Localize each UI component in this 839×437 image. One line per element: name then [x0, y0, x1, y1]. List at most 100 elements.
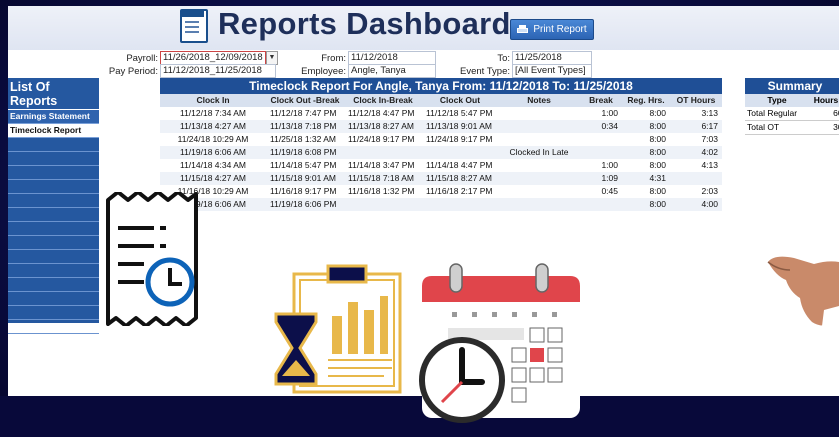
- print-report-label: Print Report: [533, 24, 587, 35]
- sidebar-title: List Of Reports: [8, 78, 99, 110]
- summary-row: Total OT 30.: [745, 121, 839, 135]
- column-header[interactable]: Type: [745, 94, 807, 107]
- table-cell: 11/12/18 7:47 PM: [270, 108, 337, 118]
- from-label: From:: [321, 53, 346, 64]
- table-cell: [498, 198, 580, 211]
- title-area: Reports Dashboard: [178, 4, 511, 44]
- employee-label: Employee:: [301, 66, 346, 77]
- sidebar-item-timeclock-report[interactable]: Timeclock Report: [8, 124, 99, 138]
- payperiod-field[interactable]: 11/12/2018_11/25/2018: [160, 64, 276, 78]
- table-cell: 11/14/18 4:34 AM: [179, 160, 246, 170]
- table-cell: 8:00: [649, 134, 666, 144]
- column-header[interactable]: Hours: [807, 94, 839, 107]
- table-cell: [498, 185, 580, 198]
- from-date-field[interactable]: 11/12/2018: [348, 51, 436, 65]
- column-header[interactable]: Reg. Hrs.: [622, 94, 670, 107]
- table-row[interactable]: 11/24/18 10:29 AM 11/25/18 1:32 AM 11/24/1…: [160, 133, 722, 146]
- timeclock-title: Timeclock Report For Angle, Tanya From: …: [160, 78, 722, 94]
- table-cell: 8:00: [649, 108, 666, 118]
- column-header[interactable]: Notes: [498, 94, 580, 107]
- employee-field[interactable]: Angle, Tanya: [348, 64, 436, 78]
- table-cell: 11/14/18 4:47 PM: [426, 160, 493, 170]
- table-cell: [498, 159, 580, 172]
- column-header[interactable]: Break: [580, 94, 622, 107]
- column-header[interactable]: OT Hours: [670, 94, 722, 107]
- summary-type: Total OT: [747, 122, 780, 132]
- column-header[interactable]: Clock Out: [422, 94, 498, 107]
- table-cell: [498, 107, 580, 120]
- table-cell: 11/15/18 8:27 AM: [426, 173, 493, 183]
- table-cell: 8:00: [649, 147, 666, 157]
- table-cell: 8:00: [649, 160, 666, 170]
- summary-hours: 30.: [833, 122, 839, 132]
- table-cell: 11/12/18 7:34 AM: [179, 108, 246, 118]
- table-cell: 11/14/18 3:47 PM: [348, 160, 415, 170]
- table-cell: 11/16/18 1:32 PM: [348, 186, 415, 196]
- table-row[interactable]: 11/19/18 6:06 AM 11/19/18 6:06 PM 8:00 4:00: [160, 198, 722, 211]
- table-row[interactable]: 11/15/18 4:27 AM 11/15/18 9:01 AM 11/15/18…: [160, 172, 722, 185]
- timeclock-body: 11/12/18 7:34 AM 11/12/18 7:47 PM 11/12/18…: [160, 107, 722, 211]
- table-cell: 3:13: [701, 108, 718, 118]
- table-cell: 8:00: [649, 121, 666, 131]
- summary-type: Total Regular: [747, 108, 798, 118]
- eventtype-field[interactable]: [All Event Types]: [512, 64, 592, 78]
- table-cell: [422, 146, 498, 159]
- to-date-field[interactable]: 11/25/2018: [512, 51, 592, 65]
- table-row[interactable]: 11/19/18 6:06 AM 11/19/18 6:08 PM Clocked …: [160, 146, 722, 159]
- table-cell: 11/13/18 4:27 AM: [179, 121, 246, 131]
- sidebar-item-earnings-statement[interactable]: Earnings Statement: [8, 110, 99, 124]
- table-cell: [498, 172, 580, 185]
- table-cell: Clocked In Late: [509, 147, 569, 157]
- table-row[interactable]: 11/12/18 7:34 AM 11/12/18 7:47 PM 11/12/18…: [160, 107, 722, 120]
- calendar-clock-icon: [419, 263, 580, 423]
- clipboard-chart-icon: [274, 264, 402, 394]
- payroll-label: Payroll:: [126, 53, 158, 64]
- table-cell: 8:00: [649, 199, 666, 209]
- table-cell: 11/19/18 6:08 PM: [270, 147, 337, 157]
- receipt-clock-icon: [106, 192, 198, 326]
- reports-sidebar: List Of Reports Earnings Statement Timec…: [8, 78, 99, 334]
- table-cell: [344, 146, 422, 159]
- table-cell: 0:34: [601, 121, 618, 131]
- column-header[interactable]: Clock In: [160, 94, 266, 107]
- table-cell: 7:03: [701, 134, 718, 144]
- table-cell: [580, 133, 622, 146]
- page-title: Reports Dashboard: [218, 6, 511, 41]
- table-cell: 1:00: [601, 108, 618, 118]
- table-cell: 2:03: [701, 186, 718, 196]
- table-cell: 4:00: [701, 199, 718, 209]
- timeclock-header-row: Clock In Clock Out -Break Clock In-Break…: [160, 94, 722, 107]
- table-cell: [580, 146, 622, 159]
- table-row[interactable]: 11/16/18 10:29 AM 11/16/18 9:17 PM 11/16/1…: [160, 185, 722, 198]
- to-label: To:: [497, 53, 510, 64]
- eventtype-label: Event Type:: [460, 66, 510, 77]
- table-cell: 11/24/18 10:29 AM: [177, 134, 249, 144]
- column-header[interactable]: Clock Out -Break: [266, 94, 344, 107]
- table-cell: 11/15/18 4:27 AM: [179, 173, 246, 183]
- table-cell: 11/16/18 2:17 PM: [426, 186, 493, 196]
- printer-icon: [517, 25, 529, 34]
- table-cell: [344, 198, 422, 211]
- table-row[interactable]: 11/14/18 4:34 AM 11/14/18 5:47 PM 11/14/18…: [160, 159, 722, 172]
- column-header[interactable]: Clock In-Break: [344, 94, 422, 107]
- table-cell: 11/19/18 6:06 PM: [270, 199, 337, 209]
- summary-panel: Summary Type Hours Total Regular 60. Tot…: [745, 78, 839, 135]
- summary-hours: 60.: [833, 108, 839, 118]
- table-cell: 11/13/18 8:27 AM: [348, 121, 415, 131]
- summary-header-row: Type Hours: [745, 94, 839, 107]
- print-report-button[interactable]: Print Report: [510, 19, 594, 40]
- table-cell: 11/12/18 4:47 PM: [348, 108, 415, 118]
- table-cell: 6:17: [701, 121, 718, 131]
- table-cell: 4:02: [701, 147, 718, 157]
- table-cell: [498, 120, 580, 133]
- payperiod-label: Pay Period:: [108, 66, 158, 77]
- table-row[interactable]: 11/13/18 4:27 AM 11/13/18 7:18 PM 11/13/18…: [160, 120, 722, 133]
- table-cell: 11/25/18 1:32 AM: [270, 134, 337, 144]
- table-cell: [498, 133, 580, 146]
- timeclock-table: Timeclock Report For Angle, Tanya From: …: [160, 78, 722, 211]
- table-cell: 4:31: [649, 173, 666, 183]
- payroll-select[interactable]: 11/26/2018_12/09/2018: [160, 51, 266, 65]
- chevron-down-icon[interactable]: ▼: [266, 51, 278, 65]
- table-cell: 11/13/18 9:01 AM: [426, 121, 493, 131]
- table-cell: 11/15/18 9:01 AM: [270, 173, 337, 183]
